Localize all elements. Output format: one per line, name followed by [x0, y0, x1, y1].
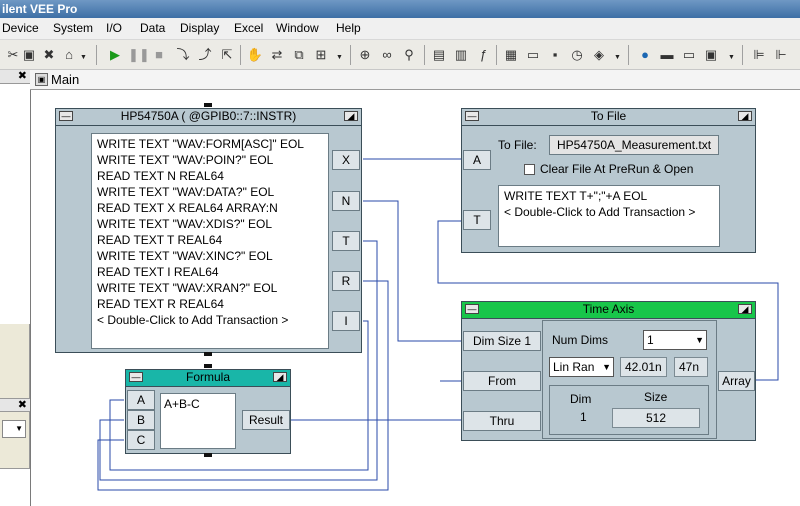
- input-pin-thru[interactable]: Thru: [463, 411, 541, 431]
- transaction-line[interactable]: READ TEXT R REAL64: [97, 297, 224, 311]
- minimize-icon[interactable]: —: [465, 304, 479, 314]
- hp54750a-object[interactable]: — HP54750A ( @GPIB0::7::INSTR) ◢ WRITE T…: [55, 108, 362, 353]
- minimize-icon[interactable]: —: [465, 111, 479, 121]
- mode-value: Lin Ran: [553, 360, 595, 374]
- time-axis-title: Time Axis: [582, 302, 635, 316]
- output-pin-r[interactable]: R: [332, 271, 360, 291]
- dim-value: 1: [580, 410, 587, 424]
- dim-size-table: Dim Size 1 512: [549, 385, 709, 435]
- to-file-title: To File: [590, 109, 627, 123]
- transaction-line[interactable]: WRITE TEXT "WAV:XRAN?" EOL: [97, 281, 277, 295]
- thru-value-field[interactable]: 47n: [674, 357, 708, 377]
- menu-icon[interactable]: ◢: [738, 111, 752, 121]
- menu-icon[interactable]: ◢: [738, 304, 752, 314]
- output-pin-i[interactable]: I: [332, 311, 360, 331]
- dim-header: Dim: [570, 392, 592, 406]
- menu-icon[interactable]: ◢: [344, 111, 358, 121]
- transaction-line[interactable]: WRITE TEXT "WAV:DATA?" EOL: [97, 185, 274, 199]
- input-pin-t[interactable]: T: [463, 210, 491, 230]
- input-pin-c[interactable]: C: [127, 430, 155, 450]
- formula-expression[interactable]: A+B-C: [164, 397, 200, 411]
- mode-select[interactable]: Lin Ran ▼: [549, 357, 614, 377]
- filename-button[interactable]: HP54750A_Measurement.txt: [549, 135, 719, 155]
- to-file-object[interactable]: — To File ◢ A T To File: HP54750A_Measur…: [461, 108, 756, 253]
- sequence-in-pin[interactable]: [204, 103, 212, 107]
- sequence-in-pin[interactable]: [204, 364, 212, 368]
- size-header: Size: [644, 390, 668, 404]
- add-transaction-prompt[interactable]: < Double-Click to Add Transaction >: [504, 205, 695, 219]
- chevron-down-icon[interactable]: ▼: [602, 358, 611, 376]
- num-dims-select[interactable]: 1 ▼: [643, 330, 707, 350]
- transaction-list[interactable]: WRITE TEXT T+";"+A EOL < Double-Click to…: [498, 185, 720, 247]
- output-pin-result[interactable]: Result: [242, 410, 290, 430]
- output-pin-x[interactable]: X: [332, 150, 360, 170]
- formula-expression-box[interactable]: A+B-C: [160, 393, 236, 449]
- transaction-line[interactable]: WRITE TEXT T+";"+A EOL: [504, 189, 647, 203]
- chevron-down-icon[interactable]: ▼: [695, 331, 704, 349]
- input-pin-from[interactable]: From: [463, 371, 541, 391]
- from-value-field[interactable]: 42.01n: [620, 357, 667, 377]
- menu-icon[interactable]: ◢: [273, 372, 287, 382]
- num-dims-value: 1: [647, 333, 654, 347]
- transaction-line[interactable]: WRITE TEXT "WAV:XDIS?" EOL: [97, 217, 272, 231]
- transaction-line[interactable]: WRITE TEXT "WAV:POIN?" EOL: [97, 153, 273, 167]
- time-axis-panel: Num Dims 1 ▼ Lin Ran ▼ 42.01n 47n Dim Si…: [542, 320, 717, 439]
- sequence-out-pin[interactable]: [204, 453, 212, 457]
- add-transaction-prompt[interactable]: < Double-Click to Add Transaction >: [97, 313, 288, 327]
- transaction-line[interactable]: READ TEXT I REAL64: [97, 265, 219, 279]
- input-pin-a[interactable]: A: [127, 390, 155, 410]
- output-pin-array[interactable]: Array: [718, 371, 755, 391]
- transaction-line[interactable]: READ TEXT X REAL64 ARRAY:N: [97, 201, 278, 215]
- output-pin-t[interactable]: T: [332, 231, 360, 251]
- wire-n-to-dimsize: [363, 200, 462, 342]
- time-axis-title-bar[interactable]: — Time Axis ◢: [462, 302, 755, 319]
- transaction-line[interactable]: WRITE TEXT "WAV:XINC?" EOL: [97, 249, 273, 263]
- sequence-out-pin[interactable]: [204, 352, 212, 356]
- input-pin-b[interactable]: B: [127, 410, 155, 430]
- transaction-line[interactable]: READ TEXT N REAL64: [97, 169, 224, 183]
- transaction-list[interactable]: WRITE TEXT "WAV:FORM[ASC]" EOL WRITE TEX…: [91, 133, 329, 349]
- formula-object[interactable]: — Formula ◢ A B C A+B-C Result: [125, 369, 291, 454]
- input-pin-a[interactable]: A: [463, 150, 491, 170]
- input-pin-dim-size[interactable]: Dim Size 1: [463, 331, 541, 351]
- clear-file-label: Clear File At PreRun & Open: [540, 162, 694, 176]
- formula-title-bar[interactable]: — Formula ◢: [126, 370, 290, 387]
- to-file-label: To File:: [498, 138, 537, 152]
- hp54750a-title-bar[interactable]: — HP54750A ( @GPIB0::7::INSTR) ◢: [56, 109, 361, 126]
- to-file-title-bar[interactable]: — To File ◢: [462, 109, 755, 126]
- output-pin-n[interactable]: N: [332, 191, 360, 211]
- hp54750a-title: HP54750A ( @GPIB0::7::INSTR): [120, 109, 297, 123]
- time-axis-object[interactable]: — Time Axis ◢ Dim Size 1 From Thru Num D…: [461, 301, 756, 441]
- clear-file-checkbox[interactable]: [524, 164, 535, 175]
- transaction-line[interactable]: READ TEXT T REAL64: [97, 233, 222, 247]
- formula-title: Formula: [185, 370, 230, 384]
- minimize-icon[interactable]: —: [59, 111, 73, 121]
- num-dims-label: Num Dims: [552, 333, 608, 347]
- minimize-icon[interactable]: —: [129, 372, 143, 382]
- size-field[interactable]: 512: [612, 408, 700, 428]
- transaction-line[interactable]: WRITE TEXT "WAV:FORM[ASC]" EOL: [97, 137, 304, 151]
